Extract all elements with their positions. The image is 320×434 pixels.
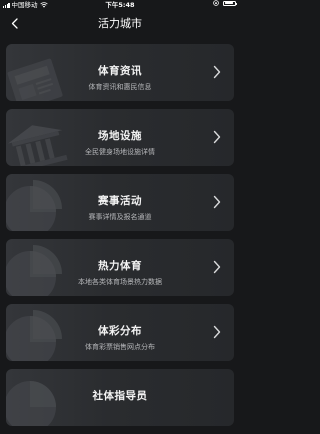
chevron-right-icon [213, 130, 221, 144]
page-title: 活力城市 [98, 17, 142, 30]
card-lottery-distribution[interactable]: 体彩分布 体育彩票销售网点分布 [6, 304, 234, 361]
feature-list: 体育资讯 体育资讯和惠民信息 场地设施 全民健身场地设施详情 赛事活动 赛事详情… [6, 44, 234, 434]
card-subtitle: 本地各类体育场景热力数据 [78, 278, 162, 286]
status-time: 下午5:48 [105, 1, 135, 9]
rotation-lock-icon [213, 0, 219, 6]
card-subtitle: 体育资讯和惠民信息 [88, 83, 152, 91]
chevron-right-icon [213, 65, 221, 79]
navigation-bar: 活力城市 [0, 10, 240, 38]
card-title: 体育资讯 [98, 65, 142, 77]
chevron-right-icon [213, 260, 221, 274]
status-right [213, 0, 237, 6]
battery-icon [223, 0, 237, 6]
card-venue-facilities[interactable]: 场地设施 全民健身场地设施详情 [6, 109, 234, 166]
card-title: 赛事活动 [98, 195, 142, 207]
status-bar: 中国移动 下午5:48 [0, 0, 240, 10]
card-title: 热力体育 [98, 260, 142, 272]
card-sports-news[interactable]: 体育资讯 体育资讯和惠民信息 [6, 44, 234, 101]
chevron-right-icon [213, 195, 221, 209]
card-title: 体彩分布 [98, 325, 142, 337]
card-subtitle: 体育彩票销售网点分布 [85, 343, 155, 351]
card-title: 社体指导员 [92, 390, 148, 402]
card-subtitle: 赛事详情及报名通道 [88, 213, 152, 221]
card-events[interactable]: 赛事活动 赛事详情及报名通道 [6, 174, 234, 231]
card-title: 场地设施 [98, 130, 142, 142]
card-subtitle: 全民健身场地设施详情 [85, 148, 155, 156]
card-sports-instructor[interactable]: 社体指导员 [6, 369, 234, 426]
card-heat-sports[interactable]: 热力体育 本地各类体育场景热力数据 [6, 239, 234, 296]
chevron-right-icon [213, 325, 221, 339]
